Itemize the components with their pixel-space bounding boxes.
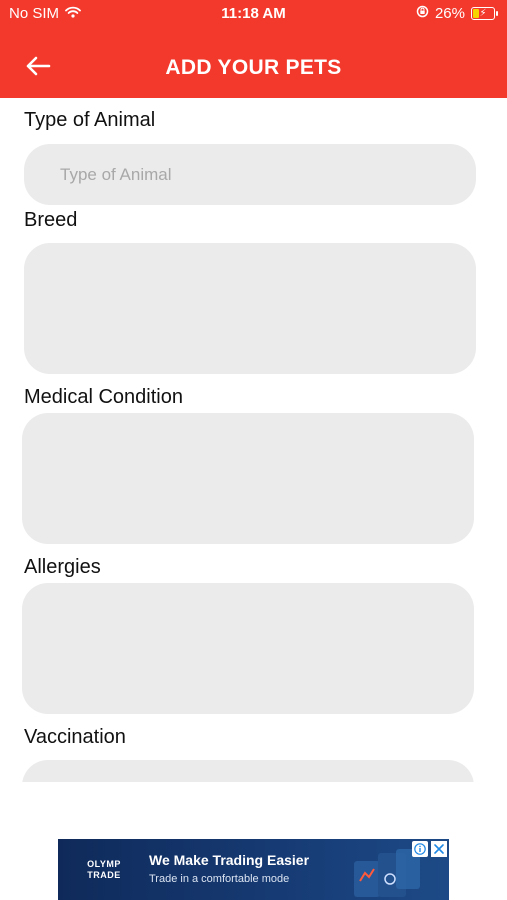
type-of-animal-input[interactable] — [24, 144, 476, 205]
battery-level — [473, 9, 479, 18]
battery-charging-icon: ⚡ — [471, 7, 498, 20]
allergies-label: Allergies — [24, 556, 101, 578]
medical-condition-textarea[interactable] — [22, 413, 474, 544]
breed-textarea[interactable] — [24, 243, 476, 374]
rotation-lock-icon — [416, 5, 429, 22]
ad-brand-logo: OLYMP TRADE — [82, 859, 126, 881]
nav-bar: ADD YOUR PETS — [0, 40, 507, 96]
app-header: No SIM 11:18 AM 26% ⚡ ADD YOUR PETS — [0, 0, 507, 98]
ad-subtext: Trade in a comfortable mode — [149, 873, 290, 885]
bolt-icon: ⚡ — [479, 7, 487, 19]
battery-percent: 26% — [434, 5, 465, 22]
medical-condition-label: Medical Condition — [24, 386, 183, 408]
status-bar: No SIM 11:18 AM 26% ⚡ — [0, 0, 507, 28]
ad-headline: We Make Trading Easier — [149, 852, 310, 868]
close-icon[interactable] — [431, 841, 447, 857]
allergies-textarea[interactable] — [22, 583, 474, 714]
ad-banner[interactable]: OLYMP TRADE We Make Trading Easier Trade… — [58, 839, 449, 900]
page-title: ADD YOUR PETS — [165, 56, 342, 79]
ad-info-icon[interactable] — [412, 841, 428, 857]
breed-label: Breed — [24, 209, 78, 231]
pet-form: Type of Animal Breed Medical Condition A… — [0, 98, 507, 782]
vaccination-textarea[interactable] — [22, 760, 474, 782]
vaccination-label: Vaccination — [24, 726, 126, 748]
type-of-animal-label: Type of Animal — [24, 109, 156, 131]
status-right: 26% ⚡ — [416, 5, 498, 22]
ad-brand-line2: TRADE — [87, 870, 121, 880]
ad-brand-line1: OLYMP — [87, 859, 121, 869]
